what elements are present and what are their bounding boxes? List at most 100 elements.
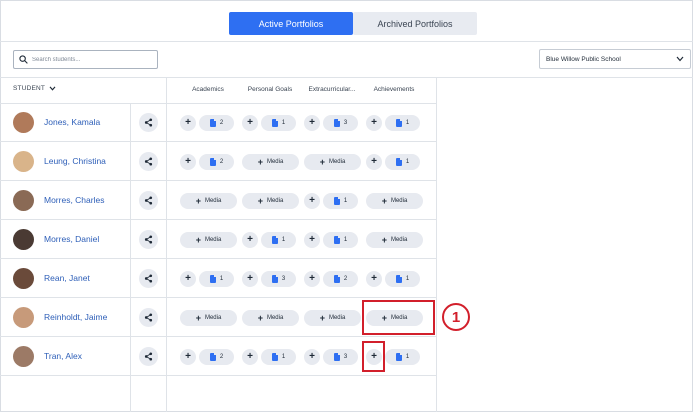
document-count-pill[interactable]: 1: [323, 193, 358, 209]
document-count-pill[interactable]: 2: [323, 271, 358, 287]
document-count: 1: [343, 198, 348, 204]
plus-icon: +: [257, 156, 263, 167]
tab-active-portfolios[interactable]: Active Portfolios: [229, 12, 353, 35]
school-select[interactable]: Blue Willow Public School: [539, 49, 691, 69]
document-count: 1: [405, 159, 410, 165]
add-media-button[interactable]: + Media: [366, 232, 423, 248]
document-count: 1: [405, 120, 410, 126]
row-divider: [0, 375, 436, 376]
document-count: 2: [343, 276, 348, 282]
add-item-button[interactable]: +: [304, 232, 320, 248]
add-media-label: Media: [266, 198, 284, 204]
add-item-button[interactable]: +: [180, 349, 196, 365]
add-item-button[interactable]: +: [304, 271, 320, 287]
add-item-button[interactable]: +: [180, 271, 196, 287]
column-header-personal-goals: Personal Goals: [247, 86, 293, 93]
plus-icon: +: [319, 312, 325, 323]
document-count-pill[interactable]: 1: [261, 349, 296, 365]
document-count-pill[interactable]: 1: [385, 349, 420, 365]
plus-icon: +: [195, 195, 201, 206]
share-button[interactable]: [139, 347, 158, 366]
document-count: 1: [281, 120, 286, 126]
add-item-button[interactable]: +: [366, 271, 382, 287]
add-item-button[interactable]: +: [366, 115, 382, 131]
share-button[interactable]: [139, 191, 158, 210]
add-item-button[interactable]: +: [242, 115, 258, 131]
student-column-header[interactable]: STUDENT: [13, 85, 56, 92]
document-count-pill[interactable]: 1: [261, 232, 296, 248]
add-item-button[interactable]: +: [180, 154, 196, 170]
document-count-pill[interactable]: 1: [199, 271, 234, 287]
document-count-pill[interactable]: 2: [199, 349, 234, 365]
share-button[interactable]: [139, 152, 158, 171]
add-item-button[interactable]: +: [180, 115, 196, 131]
student-search[interactable]: [13, 50, 158, 69]
add-media-button[interactable]: + Media: [304, 154, 361, 170]
student-name-link[interactable]: Reinholdt, Jaime: [44, 312, 107, 322]
add-media-button[interactable]: + Media: [242, 310, 299, 326]
add-media-label: Media: [204, 315, 222, 321]
share-button[interactable]: [139, 269, 158, 288]
document-count-pill[interactable]: 3: [261, 271, 296, 287]
avatar: [13, 268, 34, 289]
student-name-link[interactable]: Morres, Daniel: [44, 234, 99, 244]
add-media-button[interactable]: + Media: [180, 193, 237, 209]
tab-archived-portfolios[interactable]: Archived Portfolios: [353, 12, 477, 35]
document-count-pill[interactable]: 2: [199, 154, 234, 170]
document-count-pill[interactable]: 2: [199, 115, 234, 131]
avatar: [13, 229, 34, 250]
add-media-button[interactable]: + Media: [180, 232, 237, 248]
document-count-pill[interactable]: 3: [323, 115, 358, 131]
student-name-link[interactable]: Jones, Kamala: [44, 117, 100, 127]
document-count-pill[interactable]: 3: [323, 349, 358, 365]
student-name-link[interactable]: Morres, Charles: [44, 195, 104, 205]
add-media-label: Media: [328, 315, 346, 321]
share-button[interactable]: [139, 230, 158, 249]
document-count-pill[interactable]: 1: [261, 115, 296, 131]
add-media-button[interactable]: + Media: [242, 193, 299, 209]
document-count-pill[interactable]: 1: [385, 271, 420, 287]
document-count: 1: [405, 276, 410, 282]
share-icon: [144, 157, 153, 166]
add-item-button[interactable]: +: [366, 154, 382, 170]
document-icon: [209, 119, 216, 127]
add-item-button[interactable]: +: [304, 193, 320, 209]
share-icon: [144, 235, 153, 244]
column-header-achievements: Achievements: [373, 86, 415, 93]
toolbar-divider: [0, 77, 693, 78]
document-icon: [209, 158, 216, 166]
add-item-button[interactable]: +: [242, 232, 258, 248]
add-media-button[interactable]: + Media: [180, 310, 237, 326]
add-media-button[interactable]: + Media: [242, 154, 299, 170]
add-item-button[interactable]: +: [242, 349, 258, 365]
add-item-button[interactable]: +: [304, 349, 320, 365]
document-count: 3: [343, 120, 348, 126]
document-count-pill[interactable]: 1: [323, 232, 358, 248]
student-header-label: STUDENT: [13, 85, 46, 92]
add-media-label: Media: [266, 315, 284, 321]
student-name-link[interactable]: Leung, Christina: [44, 156, 106, 166]
document-icon: [395, 119, 402, 127]
add-item-button[interactable]: +: [242, 271, 258, 287]
search-input[interactable]: [32, 56, 152, 63]
document-count-pill[interactable]: 1: [385, 115, 420, 131]
add-media-button[interactable]: + Media: [366, 193, 423, 209]
share-icon: [144, 118, 153, 127]
add-media-label: Media: [390, 198, 408, 204]
document-count: 1: [219, 276, 224, 282]
share-icon: [144, 274, 153, 283]
add-media-button[interactable]: + Media: [304, 310, 361, 326]
document-count: 1: [343, 237, 348, 243]
document-count-pill[interactable]: 1: [385, 154, 420, 170]
share-button[interactable]: [139, 113, 158, 132]
callout-marker: 1: [442, 303, 470, 331]
share-button[interactable]: [139, 308, 158, 327]
document-icon: [333, 353, 340, 361]
avatar: [13, 346, 34, 367]
student-name-link[interactable]: Tran, Alex: [44, 351, 82, 361]
add-item-button[interactable]: +: [304, 115, 320, 131]
tabs-divider: [0, 41, 693, 42]
document-icon: [333, 236, 340, 244]
column-header-extracurricular: Extracurricular...: [308, 86, 356, 93]
student-name-link[interactable]: Rean, Janet: [44, 273, 90, 283]
